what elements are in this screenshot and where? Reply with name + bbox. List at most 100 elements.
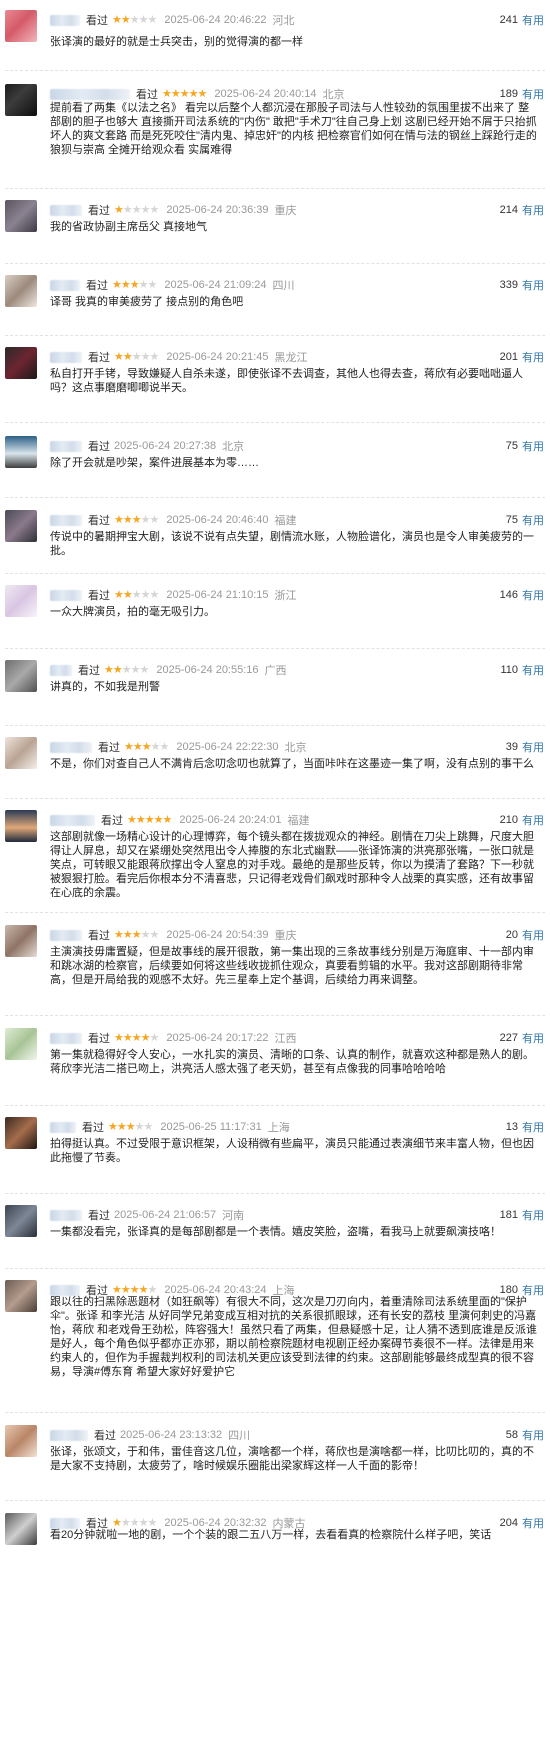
- star-filled-icon: ★: [114, 1031, 124, 1044]
- avatar[interactable]: [5, 200, 37, 232]
- watched-label: 看过: [88, 352, 110, 364]
- star-empty-icon: ★: [129, 13, 140, 26]
- avatar[interactable]: [5, 10, 37, 42]
- username-blurred[interactable]: [50, 741, 92, 753]
- star-filled-icon: ★: [131, 928, 142, 941]
- review-time: 2025-06-24 20:40:14: [214, 88, 317, 100]
- username-blurred[interactable]: [50, 14, 80, 26]
- review-meta: 看过 ★ ★ ★ ★ ★ 2025-06-24 20:21:45 黑龙江: [50, 347, 308, 367]
- useful-count: 20: [505, 929, 518, 941]
- watched-label: 看过: [88, 205, 110, 217]
- useful-button[interactable]: 有用: [522, 202, 544, 218]
- review-divider: [5, 798, 545, 799]
- username-blurred[interactable]: [50, 664, 72, 676]
- star-empty-icon: ★: [131, 350, 142, 363]
- username-blurred[interactable]: [50, 1121, 76, 1133]
- useful-count: 39: [505, 741, 518, 753]
- useful-button[interactable]: 有用: [522, 86, 544, 102]
- review-meta: 看过 ★ ★ ★ ★ ★ 2025-06-24 20:46:40 福建: [50, 510, 297, 530]
- avatar[interactable]: [5, 347, 37, 379]
- useful-button[interactable]: 有用: [522, 927, 544, 943]
- username-blurred[interactable]: [50, 204, 82, 216]
- review-meta: 看过 ★ ★ ★ ★ ★ 2025-06-24 20:46:22 河北: [50, 10, 295, 30]
- username-blurred[interactable]: [50, 514, 82, 526]
- star-filled-icon: ★: [162, 813, 173, 826]
- star-filled-icon: ★: [141, 740, 152, 753]
- useful-button[interactable]: 有用: [522, 587, 544, 603]
- username-blurred[interactable]: [50, 1284, 80, 1296]
- star-filled-icon: ★: [153, 813, 164, 826]
- useful-button[interactable]: 有用: [522, 12, 544, 28]
- avatar[interactable]: [5, 925, 37, 957]
- useful-button[interactable]: 有用: [522, 349, 544, 365]
- rating-stars: ★ ★ ★ ★ ★: [124, 740, 169, 753]
- avatar[interactable]: [5, 1205, 37, 1237]
- useful-button[interactable]: 有用: [522, 812, 544, 828]
- username-blurred[interactable]: [50, 589, 82, 601]
- review-location: 福建: [274, 515, 297, 527]
- avatar[interactable]: [5, 1028, 37, 1060]
- avatar[interactable]: [5, 1513, 37, 1545]
- avatar[interactable]: [5, 1117, 37, 1149]
- useful-vote: 75 有用: [506, 436, 544, 456]
- avatar[interactable]: [5, 737, 37, 769]
- username-blurred[interactable]: [50, 1032, 82, 1044]
- star-filled-icon: ★: [135, 813, 146, 826]
- useful-vote: 58 有用: [506, 1425, 544, 1445]
- star-filled-icon: ★: [125, 1120, 136, 1133]
- username-blurred[interactable]: [50, 814, 95, 826]
- star-filled-icon: ★: [140, 1031, 151, 1044]
- useful-button[interactable]: 有用: [522, 1030, 544, 1046]
- star-filled-icon: ★: [197, 87, 208, 100]
- rating-stars: ★ ★ ★ ★ ★: [112, 278, 157, 291]
- avatar[interactable]: [5, 275, 37, 307]
- username-blurred[interactable]: [50, 1429, 88, 1441]
- avatar[interactable]: [5, 660, 37, 692]
- avatar[interactable]: [5, 810, 37, 842]
- review-location: 四川: [272, 280, 295, 292]
- rating-stars: ★ ★ ★ ★ ★: [127, 813, 173, 826]
- star-empty-icon: ★: [140, 928, 151, 941]
- useful-button[interactable]: 有用: [522, 1427, 544, 1443]
- review-divider: [5, 648, 545, 649]
- useful-button[interactable]: 有用: [522, 662, 544, 678]
- review-time: 2025-06-24 20:17:22: [166, 1032, 269, 1044]
- useful-count: 146: [499, 589, 518, 601]
- useful-vote: 214 有用: [500, 200, 544, 220]
- username-blurred[interactable]: [50, 440, 82, 452]
- star-filled-icon: ★: [114, 588, 124, 601]
- review-time: 2025-06-24 20:21:45: [166, 351, 269, 363]
- useful-button[interactable]: 有用: [522, 739, 544, 755]
- useful-button[interactable]: 有用: [522, 438, 544, 454]
- star-filled-icon: ★: [122, 350, 133, 363]
- star-empty-icon: ★: [138, 278, 149, 291]
- review-location: 黑龙江: [274, 352, 308, 364]
- star-filled-icon: ★: [112, 1283, 122, 1296]
- star-empty-icon: ★: [140, 350, 151, 363]
- review-divider: [5, 1268, 545, 1269]
- username-blurred[interactable]: [50, 88, 130, 100]
- useful-button[interactable]: 有用: [522, 277, 544, 293]
- review-divider: [5, 188, 545, 189]
- avatar[interactable]: [5, 1280, 37, 1312]
- username-blurred[interactable]: [50, 1517, 80, 1529]
- star-filled-icon: ★: [138, 1283, 149, 1296]
- avatar[interactable]: [5, 510, 37, 542]
- useful-button[interactable]: 有用: [522, 1119, 544, 1135]
- username-blurred[interactable]: [50, 929, 82, 941]
- username-blurred[interactable]: [50, 351, 82, 363]
- useful-button[interactable]: 有用: [522, 512, 544, 528]
- useful-vote: 13 有用: [506, 1117, 544, 1137]
- useful-count: 210: [499, 814, 518, 826]
- star-filled-icon: ★: [129, 278, 140, 291]
- rating-stars: ★ ★ ★ ★ ★: [114, 204, 159, 216]
- star-filled-icon: ★: [131, 1031, 142, 1044]
- avatar[interactable]: [5, 1425, 37, 1457]
- username-blurred[interactable]: [50, 279, 80, 291]
- username-blurred[interactable]: [50, 1209, 82, 1221]
- avatar[interactable]: [5, 84, 37, 116]
- useful-button[interactable]: 有用: [522, 1207, 544, 1223]
- star-filled-icon: ★: [170, 87, 181, 100]
- avatar[interactable]: [5, 436, 37, 468]
- avatar[interactable]: [5, 585, 37, 617]
